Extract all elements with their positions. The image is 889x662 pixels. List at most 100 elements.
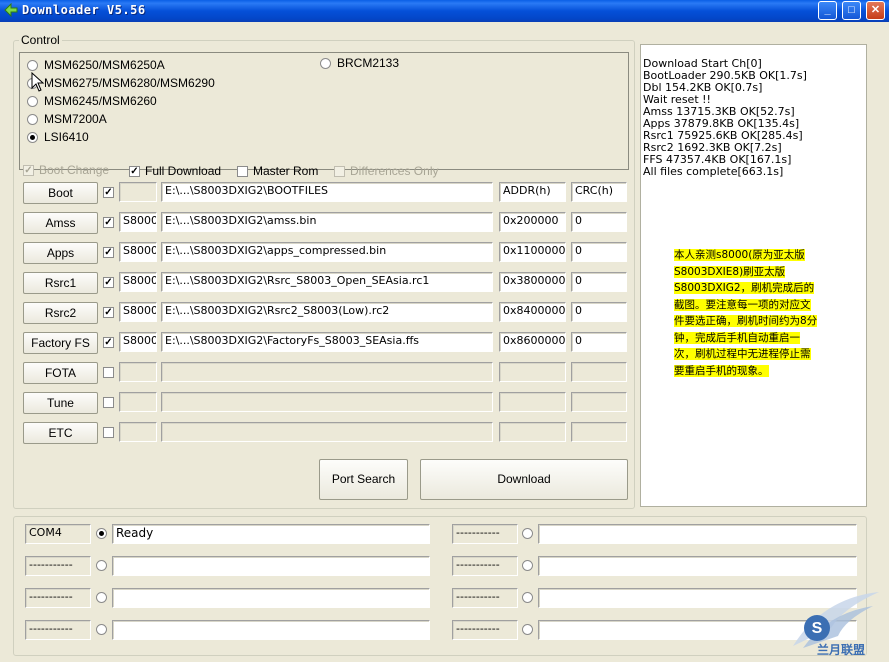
differences-only-checkbox[interactable]: Differences Only bbox=[334, 164, 438, 178]
rsrc2-addr-field[interactable]: 0x8400000 bbox=[499, 302, 566, 322]
factory-fs-crc-field[interactable]: 0 bbox=[571, 332, 627, 352]
boot-addr-field[interactable]: ADDR(h) bbox=[499, 182, 566, 202]
etc-enable-checkbox[interactable] bbox=[103, 427, 119, 438]
port-status-field bbox=[538, 556, 857, 576]
rsrc2-enable-checkbox[interactable]: ✓ bbox=[103, 307, 119, 318]
port-select-radio[interactable] bbox=[96, 560, 113, 571]
fota-enable-checkbox[interactable] bbox=[103, 367, 119, 378]
port-select-radio[interactable] bbox=[96, 624, 113, 635]
watermark-text: 兰月联盟 bbox=[817, 642, 865, 657]
radio-msm7200a[interactable]: MSM7200A bbox=[27, 112, 107, 126]
apps-crc-field[interactable]: 0 bbox=[571, 242, 627, 262]
fota-addr-field[interactable] bbox=[499, 362, 566, 382]
apps-button[interactable]: Apps bbox=[23, 242, 98, 264]
fota-crc-field[interactable] bbox=[571, 362, 627, 382]
port-status-field bbox=[538, 524, 857, 544]
amss-model-field[interactable]: S8000 bbox=[119, 212, 157, 232]
port-select-radio[interactable] bbox=[522, 560, 539, 571]
master-rom-checkbox[interactable]: Master Rom bbox=[237, 164, 318, 178]
boot-model-field[interactable] bbox=[119, 182, 157, 202]
radio-dot bbox=[96, 560, 107, 571]
rsrc1-crc-field[interactable]: 0 bbox=[571, 272, 627, 292]
amss-path-field[interactable]: E:\...\S8003DXIG2\amss.bin bbox=[161, 212, 493, 232]
port-search-button[interactable]: Port Search bbox=[319, 459, 408, 500]
radio-dot bbox=[96, 592, 107, 603]
radio-msm6245[interactable]: MSM6245/MSM6260 bbox=[27, 94, 157, 108]
factory-fs-button[interactable]: Factory FS bbox=[23, 332, 98, 354]
maximize-button[interactable]: □ bbox=[842, 1, 861, 20]
port-name-field: ----------- bbox=[25, 620, 91, 640]
amss-crc-field[interactable]: 0 bbox=[571, 212, 627, 232]
port-select-radio[interactable] bbox=[522, 624, 539, 635]
radio-dot bbox=[27, 59, 38, 71]
radio-brcm2133[interactable]: BRCM2133 bbox=[320, 56, 399, 70]
etc-path-field[interactable] bbox=[161, 422, 493, 442]
radio-dot bbox=[522, 592, 533, 603]
factory-fs-model-field[interactable]: S8000 bbox=[119, 332, 157, 352]
download-button[interactable]: Download bbox=[420, 459, 628, 500]
fota-model-field[interactable] bbox=[119, 362, 157, 382]
rsrc1-addr-field[interactable]: 0x3800000 bbox=[499, 272, 566, 292]
rsrc1-path-field[interactable]: E:\...\S8003DXIG2\Rsrc_S8003_Open_SEAsia… bbox=[161, 272, 493, 292]
factory-fs-enable-checkbox[interactable]: ✓ bbox=[103, 337, 119, 348]
fota-button[interactable]: FOTA bbox=[23, 362, 98, 384]
close-button[interactable]: ✕ bbox=[866, 1, 885, 20]
apps-enable-checkbox[interactable]: ✓ bbox=[103, 247, 119, 258]
port-select-radio[interactable] bbox=[522, 592, 539, 603]
boot-button[interactable]: Boot bbox=[23, 182, 98, 204]
etc-addr-field[interactable] bbox=[499, 422, 566, 442]
amss-addr-field[interactable]: 0x200000 bbox=[499, 212, 566, 232]
radio-dot bbox=[27, 95, 38, 107]
rsrc1-button[interactable]: Rsrc1 bbox=[23, 272, 98, 294]
radio-lsi6410[interactable]: LSI6410 bbox=[27, 130, 89, 144]
annotation-note: 本人亲测s8000(原为亚太版S8003DXIE8)刷亚太版S8003DXIG2… bbox=[674, 247, 818, 379]
rsrc2-path-field[interactable]: E:\...\S8003DXIG2\Rsrc2_S8003(Low).rc2 bbox=[161, 302, 493, 322]
factory-fs-addr-field[interactable]: 0x8600000 bbox=[499, 332, 566, 352]
tune-model-field[interactable] bbox=[119, 392, 157, 412]
tune-enable-checkbox[interactable] bbox=[103, 397, 119, 408]
port-status-field bbox=[112, 588, 430, 608]
rsrc2-button[interactable]: Rsrc2 bbox=[23, 302, 98, 324]
etc-crc-field[interactable] bbox=[571, 422, 627, 442]
checkbox-box bbox=[334, 165, 345, 177]
radio-msm6250[interactable]: MSM6250/MSM6250A bbox=[27, 58, 165, 72]
radio-dot bbox=[522, 624, 533, 635]
checkbox-box bbox=[103, 427, 114, 438]
factory-fs-path-field[interactable]: E:\...\S8003DXIG2\FactoryFs_S8003_SEAsia… bbox=[161, 332, 493, 352]
port-status-field bbox=[112, 620, 430, 640]
apps-path-field[interactable]: E:\...\S8003DXIG2\apps_compressed.bin bbox=[161, 242, 493, 262]
tune-addr-field[interactable] bbox=[499, 392, 566, 412]
rsrc1-model-field[interactable]: S8000 bbox=[119, 272, 157, 292]
rsrc1-enable-checkbox[interactable]: ✓ bbox=[103, 277, 119, 288]
fota-path-field[interactable] bbox=[161, 362, 493, 382]
amss-button[interactable]: Amss bbox=[23, 212, 98, 234]
watermark-logo: S 兰月联盟 bbox=[793, 592, 879, 657]
log-text: Download Start Ch[0] BootLoader 290.5KB … bbox=[643, 57, 807, 178]
apps-model-field[interactable]: S8000 bbox=[119, 242, 157, 262]
full-download-checkbox[interactable]: ✓ Full Download bbox=[129, 164, 221, 178]
port-select-radio[interactable] bbox=[96, 592, 113, 603]
title-bar[interactable]: Downloader V5.56 _ □ ✕ bbox=[0, 0, 889, 22]
checkbox-box: ✓ bbox=[103, 337, 114, 348]
tune-path-field[interactable] bbox=[161, 392, 493, 412]
radio-dot-selected bbox=[27, 131, 38, 143]
boot-path-field[interactable]: E:\...\S8003DXIG2\BOOTFILES bbox=[161, 182, 493, 202]
radio-msm6275[interactable]: MSM6275/MSM6280/MSM6290 bbox=[27, 76, 215, 90]
radio-dot bbox=[522, 528, 533, 539]
port-name-field: COM4 bbox=[25, 524, 91, 544]
minimize-button[interactable]: _ bbox=[818, 1, 837, 20]
amss-enable-checkbox[interactable]: ✓ bbox=[103, 217, 119, 228]
tune-button[interactable]: Tune bbox=[23, 392, 98, 414]
apps-addr-field[interactable]: 0x1100000 bbox=[499, 242, 566, 262]
boot-crc-field[interactable]: CRC(h) bbox=[571, 182, 627, 202]
port-name-field: ----------- bbox=[25, 588, 91, 608]
etc-button[interactable]: ETC bbox=[23, 422, 98, 444]
boot-enable-checkbox[interactable]: ✓ bbox=[103, 187, 119, 198]
rsrc2-crc-field[interactable]: 0 bbox=[571, 302, 627, 322]
tune-crc-field[interactable] bbox=[571, 392, 627, 412]
port-select-radio[interactable] bbox=[522, 528, 539, 539]
etc-model-field[interactable] bbox=[119, 422, 157, 442]
port-select-radio[interactable] bbox=[96, 528, 113, 539]
rsrc2-model-field[interactable]: S8000 bbox=[119, 302, 157, 322]
boot-change-checkbox[interactable]: ✓ Boot Change bbox=[23, 163, 109, 177]
